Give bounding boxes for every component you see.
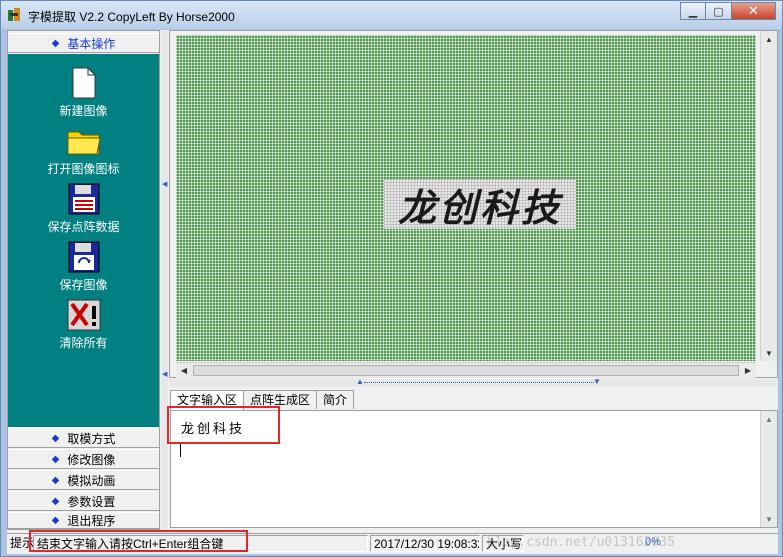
category-exit[interactable]: ◆ 退出程序	[8, 512, 159, 529]
scroll-up-icon[interactable]: ▲	[761, 411, 777, 427]
maximize-button[interactable]: ▢	[706, 2, 732, 20]
tool-label: 新建图像	[59, 104, 108, 118]
scroll-down-icon[interactable]: ▼	[761, 511, 777, 527]
client-area: ◆ 基本操作 新建图像 打开图像图标 保存点阵数据 保存图像 清除所有 ◆ 取模…	[7, 30, 778, 554]
window-title: 字模提取 V2.2 CopyLeft By Horse2000	[28, 10, 235, 24]
title-bar[interactable]: 字模提取 V2.2 CopyLeft By Horse2000 ▁ ▢ ✕	[1, 1, 782, 29]
open-folder-icon	[67, 124, 101, 158]
category-label: 基本操作	[67, 36, 116, 51]
new-image-tool[interactable]: 新建图像	[8, 66, 159, 119]
scroll-right-icon[interactable]: ▶	[740, 363, 756, 378]
scroll-left-icon[interactable]: ◀	[176, 363, 192, 378]
category-settings[interactable]: ◆ 参数设置	[8, 491, 159, 511]
minimize-button[interactable]: ▁	[680, 2, 706, 20]
save-dotmatrix-tool[interactable]: 保存点阵数据	[8, 182, 159, 235]
category-simulate-animation[interactable]: ◆ 模拟动画	[8, 470, 159, 490]
datetime-display: 2017/12/30 19:08:32	[370, 535, 480, 552]
tool-label: 保存点阵数据	[47, 220, 120, 234]
dot-matrix-canvas-panel: 龙创科技 ▲ ▼ ◀ ▶	[169, 30, 778, 378]
text-vertical-scrollbar[interactable]: ▲ ▼	[760, 411, 777, 527]
left-panel: ◆ 基本操作 新建图像 打开图像图标 保存点阵数据 保存图像 清除所有 ◆ 取模…	[7, 30, 160, 530]
collapse-up-icon[interactable]: ▲	[356, 377, 364, 386]
category-label: 修改图像	[67, 452, 116, 467]
diamond-icon: ◆	[51, 474, 60, 486]
dot-matrix-grid[interactable]: 龙创科技	[176, 35, 756, 361]
scroll-up-icon[interactable]: ▲	[761, 31, 777, 47]
diamond-icon: ◆	[51, 453, 60, 465]
clear-all-icon	[67, 298, 101, 332]
category-label: 取模方式	[67, 431, 116, 446]
diamond-icon: ◆	[51, 37, 60, 49]
scroll-thumb[interactable]	[193, 365, 739, 376]
collapse-left-icon[interactable]: ◀	[162, 180, 167, 188]
tab-about[interactable]: 简介	[316, 390, 355, 409]
tool-label: 清除所有	[59, 336, 108, 350]
app-window: 字模提取 V2.2 CopyLeft By Horse2000 ▁ ▢ ✕ ◆ …	[0, 0, 783, 557]
highlight-annotation	[29, 530, 248, 552]
glyph-preview-text: 龙创科技	[397, 184, 562, 230]
category-modify-image[interactable]: ◆ 修改图像	[8, 449, 159, 469]
category-capture-mode[interactable]: ◆ 取模方式	[8, 428, 159, 448]
canvas-horizontal-scrollbar[interactable]: ◀ ▶	[176, 362, 756, 378]
tool-label: 打开图像图标	[47, 162, 120, 176]
progress-percent: 0%	[645, 536, 661, 548]
horizontal-splitter[interactable]: ▲ ▼	[169, 377, 778, 387]
close-button[interactable]: ✕	[732, 2, 776, 20]
category-basic-ops[interactable]: ◆ 基本操作	[8, 33, 159, 53]
highlight-annotation	[167, 406, 280, 444]
app-icon	[8, 8, 20, 21]
save-image-tool[interactable]: 保存图像	[8, 240, 159, 293]
open-image-tool[interactable]: 打开图像图标	[8, 124, 159, 177]
canvas-vertical-scrollbar[interactable]: ▲ ▼	[760, 31, 777, 361]
diamond-icon: ◆	[51, 495, 60, 507]
splitter-grip	[364, 382, 594, 384]
tool-label: 保存图像	[59, 278, 108, 292]
collapse-left-icon[interactable]: ◀	[162, 370, 167, 378]
collapse-down-icon[interactable]: ▼	[593, 377, 601, 386]
scroll-down-icon[interactable]: ▼	[761, 345, 777, 361]
glyph-preview: 龙创科技	[384, 179, 576, 230]
category-label: 退出程序	[67, 514, 116, 528]
new-file-icon	[67, 66, 101, 100]
tool-panel: 新建图像 打开图像图标 保存点阵数据 保存图像 清除所有	[8, 54, 159, 427]
category-label: 模拟动画	[67, 473, 116, 488]
vertical-splitter[interactable]: ◀ ◀	[161, 30, 168, 530]
diamond-icon: ◆	[51, 432, 60, 444]
diamond-icon: ◆	[51, 515, 60, 526]
category-label: 参数设置	[67, 494, 116, 509]
text-caret	[180, 444, 181, 457]
save-dotmatrix-icon	[67, 182, 101, 216]
save-image-icon	[67, 240, 101, 274]
clear-all-tool[interactable]: 清除所有	[8, 298, 159, 351]
